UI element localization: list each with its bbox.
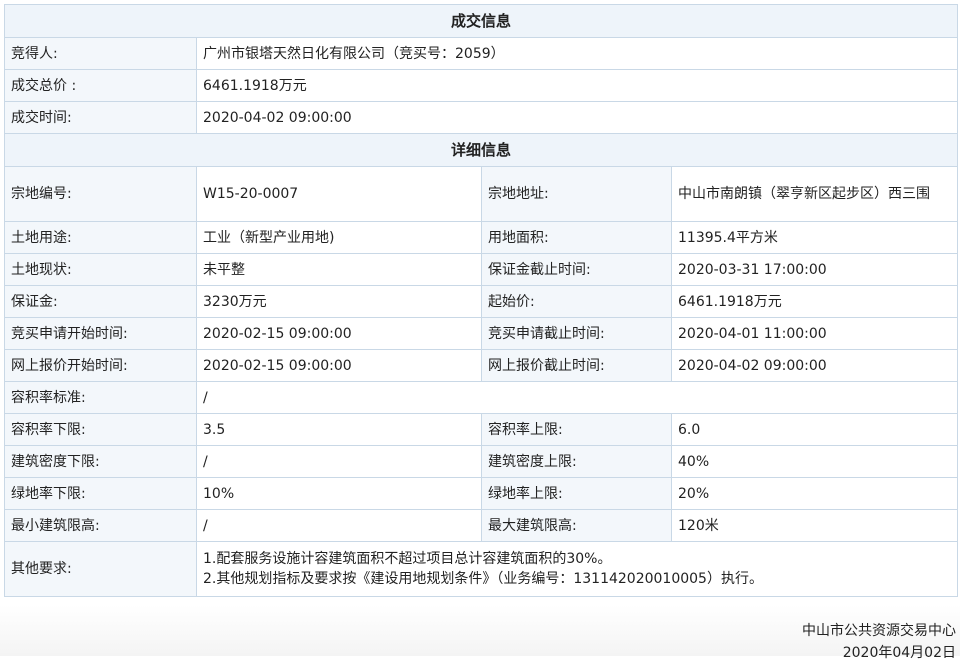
field-label: 土地用途:	[5, 222, 197, 254]
field-label: 容积率上限:	[482, 414, 672, 446]
field-label: 竞买申请截止时间:	[482, 318, 672, 350]
requirement-line: 2.其他规划指标及要求按《建设用地规划条件》（业务编号：131142020010…	[203, 569, 951, 589]
table-row: 详细信息	[5, 134, 958, 167]
field-value: 中山市南朗镇（翠亨新区起步区）西三围	[672, 167, 958, 222]
field-label: 竞得人:	[5, 38, 197, 70]
field-value: 20%	[672, 478, 958, 510]
field-label: 土地现状:	[5, 254, 197, 286]
field-label: 容积率标准:	[5, 382, 197, 414]
table-row: 宗地编号:W15-20-0007宗地地址:中山市南朗镇（翠亨新区起步区）西三围	[5, 167, 958, 222]
field-label: 保证金:	[5, 286, 197, 318]
requirement-line: 1.配套服务设施计容建筑面积不超过项目总计容建筑面积的30%。	[203, 549, 951, 569]
field-label: 宗地地址:	[482, 167, 672, 222]
field-value: 6461.1918万元	[197, 70, 958, 102]
footer: 中山市公共资源交易中心 2020年04月02日	[802, 620, 956, 664]
field-value: W15-20-0007	[197, 167, 482, 222]
table-row: 土地现状:未平整保证金截止时间:2020-03-31 17:00:00	[5, 254, 958, 286]
detail-section-title: 详细信息	[5, 134, 958, 167]
deal-info-table: 成交信息 竞得人:广州市银塔天然日化有限公司（竞买号：2059）成交总价 :64…	[4, 4, 958, 597]
field-label: 最小建筑限高:	[5, 510, 197, 542]
field-value: 未平整	[197, 254, 482, 286]
table-row: 容积率标准:/	[5, 382, 958, 414]
field-label: 用地面积:	[482, 222, 672, 254]
deal-section-title: 成交信息	[5, 5, 958, 38]
table-row: 容积率下限:3.5容积率上限:6.0	[5, 414, 958, 446]
table-row: 保证金:3230万元起始价:6461.1918万元	[5, 286, 958, 318]
field-label: 建筑密度上限:	[482, 446, 672, 478]
field-value: 40%	[672, 446, 958, 478]
field-label: 保证金截止时间:	[482, 254, 672, 286]
table-row: 绿地率下限:10%绿地率上限:20%	[5, 478, 958, 510]
field-label: 起始价:	[482, 286, 672, 318]
field-value: 10%	[197, 478, 482, 510]
table-row: 成交时间:2020-04-02 09:00:00	[5, 102, 958, 134]
table-row: 最小建筑限高:/最大建筑限高:120米	[5, 510, 958, 542]
field-value: 2020-04-02 09:00:00	[197, 102, 958, 134]
table-row: 土地用途:工业（新型产业用地)用地面积:11395.4平方米	[5, 222, 958, 254]
field-label: 宗地编号:	[5, 167, 197, 222]
table-row: 竞得人:广州市银塔天然日化有限公司（竞买号：2059）	[5, 38, 958, 70]
field-label: 建筑密度下限:	[5, 446, 197, 478]
field-value: 6.0	[672, 414, 958, 446]
table-row: 竞买申请开始时间:2020-02-15 09:00:00竞买申请截止时间:202…	[5, 318, 958, 350]
field-label: 其他要求:	[5, 542, 197, 597]
field-value: 2020-02-15 09:00:00	[197, 350, 482, 382]
footer-date: 2020年04月02日	[802, 642, 956, 664]
field-value: /	[197, 446, 482, 478]
field-label: 绿地率上限:	[482, 478, 672, 510]
table-row: 其他要求:1.配套服务设施计容建筑面积不超过项目总计容建筑面积的30%。2.其他…	[5, 542, 958, 597]
other-requirements: 1.配套服务设施计容建筑面积不超过项目总计容建筑面积的30%。2.其他规划指标及…	[197, 542, 958, 597]
table-row: 成交总价 :6461.1918万元	[5, 70, 958, 102]
field-label: 绿地率下限:	[5, 478, 197, 510]
field-label: 竞买申请开始时间:	[5, 318, 197, 350]
field-label: 成交总价 :	[5, 70, 197, 102]
field-value: /	[197, 510, 482, 542]
field-value: 6461.1918万元	[672, 286, 958, 318]
field-value: 2020-03-31 17:00:00	[672, 254, 958, 286]
field-label: 网上报价截止时间:	[482, 350, 672, 382]
field-label: 容积率下限:	[5, 414, 197, 446]
field-label: 最大建筑限高:	[482, 510, 672, 542]
field-value: 2020-04-02 09:00:00	[672, 350, 958, 382]
field-value: /	[197, 382, 958, 414]
field-label: 网上报价开始时间:	[5, 350, 197, 382]
table-row: 建筑密度下限:/建筑密度上限:40%	[5, 446, 958, 478]
field-value: 3230万元	[197, 286, 482, 318]
field-label: 成交时间:	[5, 102, 197, 134]
field-value: 11395.4平方米	[672, 222, 958, 254]
field-value: 2020-04-01 11:00:00	[672, 318, 958, 350]
field-value: 工业（新型产业用地)	[197, 222, 482, 254]
table-row: 网上报价开始时间:2020-02-15 09:00:00网上报价截止时间:202…	[5, 350, 958, 382]
field-value: 广州市银塔天然日化有限公司（竞买号：2059）	[197, 38, 958, 70]
footer-org: 中山市公共资源交易中心	[802, 620, 956, 642]
field-value: 3.5	[197, 414, 482, 446]
field-value: 120米	[672, 510, 958, 542]
field-value: 2020-02-15 09:00:00	[197, 318, 482, 350]
